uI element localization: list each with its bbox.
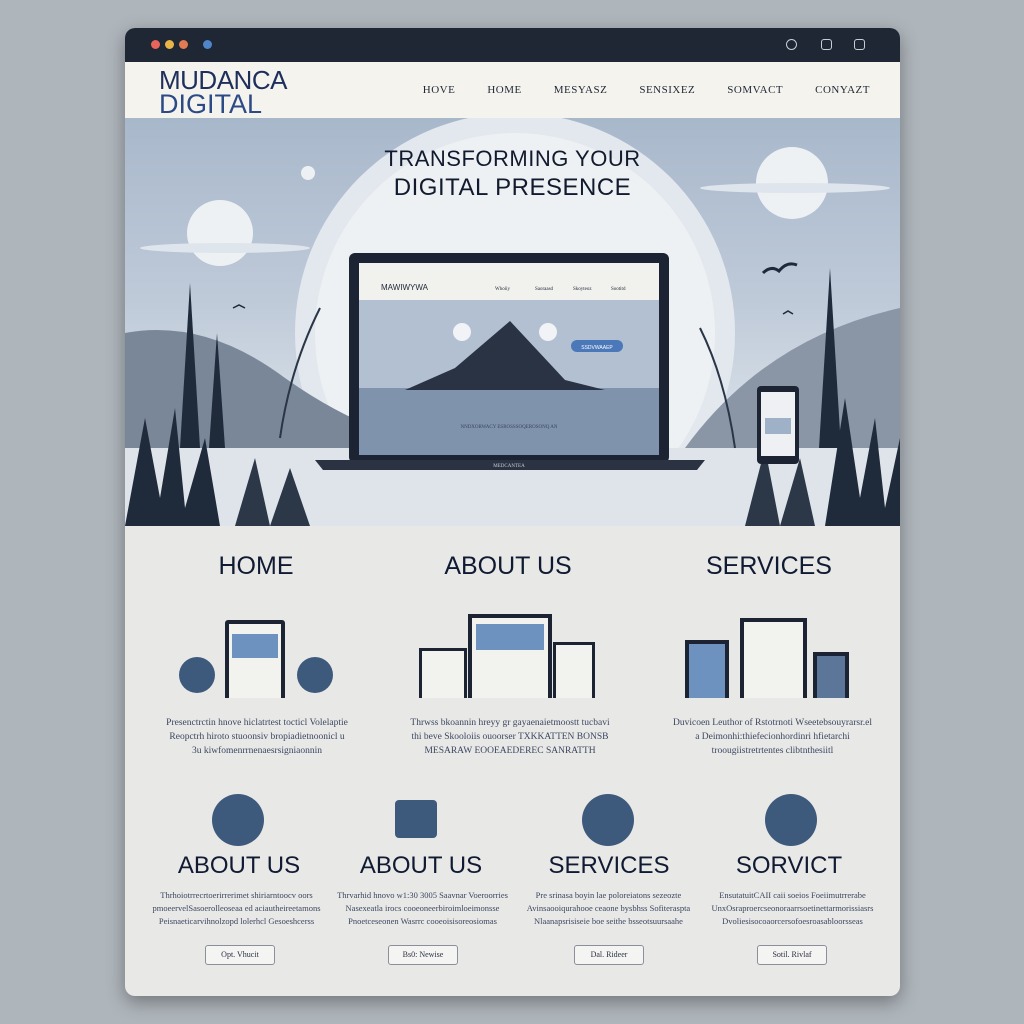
section-title-home: HOME xyxy=(218,552,294,580)
hero-banner: SSDVWAAEP MAWIWYWA Whoiiy Saoraasd Skoyt… xyxy=(125,118,900,526)
service-desc-1: Thrhoiotrrecrtoerirrerimet shiriarntoocv… xyxy=(149,889,324,928)
home-right-circle xyxy=(297,657,333,693)
section-illustrations xyxy=(179,614,849,698)
desc-line: Thrwss bkoannin hreyy gr gayaenaietmoost… xyxy=(410,718,610,728)
hero-title-line2: DIGITAL PRESENCE xyxy=(393,174,632,201)
service-edit-icon[interactable] xyxy=(765,794,817,846)
service-desc-4: EnsutatuitCAII caii soeios Foeiimutrrera… xyxy=(705,889,880,928)
desc-line: thi beve Skooloiis ouoorser TXKKATTEN BO… xyxy=(411,732,609,742)
site-header: MUDANCA DIGITAL HOVE HOME MESYASZ SENSIX… xyxy=(125,62,900,119)
about-tablet-right-screen xyxy=(556,645,592,698)
home-tablet-image xyxy=(232,634,278,658)
desc-line: Dvoliesisocoaorcersofoesroasabloorsseas xyxy=(722,916,863,926)
bird-small xyxy=(232,304,246,309)
desc-line: Reopctrh hiroto stuoonsiv bropiadietnoon… xyxy=(169,732,345,742)
browser-titlebar xyxy=(125,28,900,62)
laptop-nav-1: Whoiiy xyxy=(495,287,510,292)
window-minimize-dot[interactable] xyxy=(165,40,174,49)
main-nav: HOVE HOME MESYASZ SENSIXEZ SOMVACT CONYA… xyxy=(423,84,870,96)
bird-small-2 xyxy=(782,310,794,315)
desc-line: troougiistretrtentes clibtnthesiitl xyxy=(711,746,834,756)
service-desc-2: Thrvarhid hnovo w1:30 3005 Saavnar Voero… xyxy=(335,889,510,928)
nav-item-sensixez[interactable]: SENSIXEZ xyxy=(639,84,695,96)
about-tablet-left-screen xyxy=(422,651,464,698)
services-phone-screen xyxy=(689,644,725,698)
desc-line: Pnoetceseonen Wasrrc cooeoisisoreosiomas xyxy=(348,916,497,926)
desc-line: EnsutatuitCAII caii soeios Foeiimutrrera… xyxy=(719,890,866,900)
laptop-brand: MEDCANTEA xyxy=(493,464,525,469)
desc-line: 3u kiwfomenrrnenaesrsigniaonnin xyxy=(191,746,323,756)
desc-line: Peisnaeticarvihnolzopd lolerhcl Gesoeshc… xyxy=(158,916,315,926)
about-monitor-image xyxy=(476,624,544,650)
desc-line: a Deimonhi:thiefecionhordinri hfietarchi xyxy=(695,732,850,742)
desc-line: pmoeervelSasoerolleoseaa ed aciautheiree… xyxy=(152,903,321,913)
service-grid-icon[interactable] xyxy=(212,794,264,846)
desc-line: Presenctrctin hnove hiclatrtest tocticl … xyxy=(166,718,348,728)
laptop-logo: MAWIWYWA xyxy=(381,283,429,292)
services-tablet-screen xyxy=(744,622,803,698)
desc-line: Nasexeatla irocs cooeoneerbiroimloeimons… xyxy=(345,903,500,913)
desc-line: Avinsaooiqurahooe ceaone bysbhss Sofiter… xyxy=(526,903,691,913)
browser-window: MUDANCA DIGITAL HOVE HOME MESYASZ SENSIX… xyxy=(125,28,900,996)
desc-line: MESARAW EOOEAEDEREC SANRATTH xyxy=(424,746,596,756)
tabs-icon[interactable] xyxy=(821,39,832,50)
service-briefcase-icon[interactable] xyxy=(582,794,634,846)
hero-title-line1: TRANSFORMING YOUR xyxy=(384,146,641,171)
left-cloud xyxy=(140,243,310,253)
section-desc-home: Presenctrctin hnove hiclatrtest tocticl … xyxy=(147,716,367,758)
laptop-nav-2: Saoraasd xyxy=(535,287,554,292)
desc-line: Nlaanapsrisiseie boe seithe bsseotsuursa… xyxy=(534,916,683,926)
brand-logo[interactable]: MUDANCA DIGITAL xyxy=(159,67,287,119)
laptop-nav-3: Skoyteoz xyxy=(573,287,592,292)
window-close-dot[interactable] xyxy=(151,40,160,49)
section-title-about: ABOUT US xyxy=(444,552,572,580)
service-title-1: ABOUT US xyxy=(177,852,301,879)
window-zoom-dot[interactable] xyxy=(179,40,188,49)
section-desc-services: Duvicoen Leuthor of Rstotrnoti Wseetebso… xyxy=(660,716,885,758)
laptop-caption: NNDXORWACY ESROSSSOQEROSONQ AN xyxy=(460,425,557,430)
nav-item-conyazt[interactable]: CONYAZT xyxy=(815,84,870,96)
window-extra-dot[interactable] xyxy=(203,40,212,49)
desc-line: Thrvarhid hnovo w1:30 3005 Saavnar Voero… xyxy=(337,890,508,900)
section-title-services: SERVICES xyxy=(706,552,832,580)
desc-line: Duvicoen Leuthor of Rstotrnoti Wseetebso… xyxy=(672,718,872,728)
laptop-moon-left xyxy=(453,323,471,341)
services-chart-screen xyxy=(817,656,845,698)
desc-line: Pre srinasa boyin lae poloreiatons sezeo… xyxy=(535,890,682,900)
desc-line: UnxOsraproercseonoraarrsoetinettarmoriss… xyxy=(711,903,874,913)
settings-icon[interactable] xyxy=(786,39,797,50)
laptop-cta-label: SSDVWAAEP xyxy=(581,345,613,351)
phone-image xyxy=(765,418,791,434)
service-button-2[interactable]: Bs0: Newise xyxy=(388,945,458,965)
laptop-nav-4: Sootitd xyxy=(611,287,626,292)
maximize-icon[interactable] xyxy=(854,39,865,50)
service-button-4[interactable]: Sotil. Rivlaf xyxy=(757,945,827,965)
nav-item-mesyasz[interactable]: MESYASZ xyxy=(554,84,608,96)
home-left-circle xyxy=(179,657,215,693)
laptop-moon-right xyxy=(539,323,557,341)
brand-line2: DIGITAL xyxy=(159,89,263,119)
service-title-3: SERVICES xyxy=(548,852,670,879)
bird xyxy=(761,262,798,275)
service-title-4: SORVICT xyxy=(735,852,843,879)
desc-line: Thrhoiotrrecrtoerirrerimet shiriarntoocv… xyxy=(160,890,313,900)
service-window-icon[interactable] xyxy=(395,800,437,838)
laptop-screen-water xyxy=(359,388,659,455)
service-title-2: ABOUT US xyxy=(359,852,483,879)
service-button-1[interactable]: Opt. Vhucit xyxy=(205,945,275,965)
section-desc-about: Thrwss bkoannin hreyy gr gayaenaietmoost… xyxy=(400,716,620,758)
nav-item-hove[interactable]: HOVE xyxy=(423,84,456,96)
nav-item-somvact[interactable]: SOMVACT xyxy=(727,84,783,96)
service-button-3[interactable]: Dal. Rideer xyxy=(574,945,644,965)
service-desc-3: Pre srinasa boyin lae poloreiatons sezeo… xyxy=(521,889,696,928)
nav-item-home[interactable]: HOME xyxy=(487,84,521,96)
left-moon xyxy=(187,200,253,266)
